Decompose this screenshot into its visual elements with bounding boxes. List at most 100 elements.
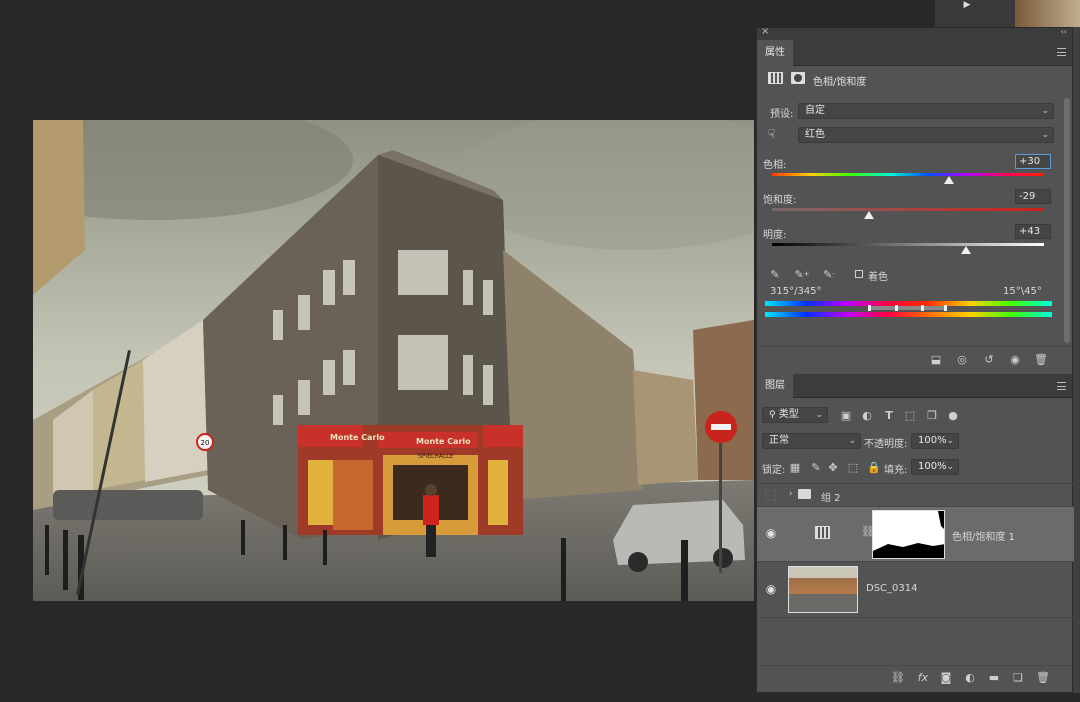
layer-name: 色相/饱和度 1 (952, 532, 1015, 543)
range-handle-1[interactable] (868, 305, 871, 311)
opacity-label: 不透明度: (864, 439, 908, 450)
panel-menu-icon[interactable] (1057, 48, 1066, 56)
view-previous-state-icon[interactable]: ◎ (954, 351, 970, 367)
panel-titlebar[interactable]: × ‹‹ (757, 26, 1072, 40)
saturation-label: 饱和度: (763, 195, 797, 206)
filter-toggle-icon[interactable]: ● (945, 407, 961, 423)
mask-shape (873, 511, 944, 558)
lock-label: 锁定: (762, 465, 786, 476)
mask-icon[interactable] (791, 72, 805, 84)
fx-icon[interactable]: fx (915, 669, 931, 685)
targeted-adjustment-hand-icon[interactable]: ☟ (768, 127, 775, 141)
channel-dropdown[interactable]: 红色 ⌄ (798, 127, 1054, 143)
speed-limit-sign-text: 20 (201, 439, 210, 447)
eyedropper-icon[interactable]: ✎ (767, 266, 783, 282)
new-group-icon[interactable]: ▬ (986, 669, 1002, 685)
clip-to-layer-icon[interactable]: ⬓ (928, 351, 944, 367)
layer-name: 组 2 (821, 493, 841, 504)
eyedropper-plus-icon[interactable]: ✎ + (794, 266, 810, 282)
hue-value-input[interactable]: +30 (1015, 154, 1051, 169)
lightness-slider-thumb[interactable] (961, 246, 972, 254)
lightness-label: 明度: (763, 230, 787, 241)
shop-subsign-text: SPIELHALLE (418, 453, 454, 460)
reset-icon[interactable]: ↺ (981, 351, 997, 367)
saturation-slider-track[interactable] (772, 208, 1044, 211)
filter-adjustment-icon[interactable]: ◐ (859, 407, 875, 423)
lightness-value-input[interactable]: +43 (1015, 224, 1051, 239)
layer-row-group[interactable]: › 组 2 (757, 483, 1074, 507)
adjustment-layer-thumb-icon (815, 526, 830, 539)
chevron-down-icon: ⌄ (1041, 106, 1049, 116)
lightness-slider-track[interactable] (772, 243, 1044, 246)
fill-input[interactable]: 100% ⌄ (911, 459, 959, 475)
visibility-toggle-empty[interactable] (765, 490, 776, 501)
opacity-value: 100% (918, 435, 947, 446)
play-icon[interactable]: ▶ (957, 0, 977, 10)
visibility-eye-icon[interactable]: ◉ (763, 582, 779, 596)
filter-type-icon[interactable]: T (881, 407, 897, 423)
colorize-label: 着色 (868, 272, 888, 283)
side-dock-strip (1073, 27, 1080, 693)
hue-label: 色相: (763, 160, 787, 171)
fill-label: 填充: (884, 465, 908, 476)
range-handle-2[interactable] (895, 305, 898, 311)
hue-slider-track[interactable] (772, 173, 1044, 176)
lock-all-icon[interactable]: 🔒 (866, 459, 882, 475)
chevron-down-icon: ⌄ (946, 462, 954, 472)
layer-filter-value: 类型 (778, 409, 799, 420)
layer-photo-thumbnail[interactable] (788, 566, 858, 613)
shop-sign-text-2: Monte Carlo (416, 437, 471, 446)
opacity-input[interactable]: 100% ⌄ (911, 433, 959, 449)
delete-layer-icon[interactable]: 🗑 (1035, 669, 1051, 685)
layers-menu-icon[interactable] (1057, 382, 1066, 390)
new-layer-icon[interactable]: ❏ (1010, 669, 1026, 685)
properties-scrollbar[interactable] (1064, 98, 1070, 343)
saturation-value-input[interactable]: -29 (1015, 189, 1051, 204)
blend-mode-value: 正常 (769, 435, 789, 446)
filter-shape-icon[interactable]: ⬚ (902, 407, 918, 423)
layer-mask-thumbnail[interactable] (872, 510, 945, 559)
reference-thumbnail (1015, 0, 1080, 27)
folder-icon (798, 489, 811, 499)
range-left-label: 315°/345° (770, 286, 822, 297)
layer-row-photo[interactable]: ◉ DSC_0314 (757, 562, 1074, 618)
range-handle-3[interactable] (921, 305, 924, 311)
link-layers-icon[interactable]: ⛓ (890, 669, 906, 685)
add-mask-icon[interactable]: ◙ (938, 669, 954, 685)
tab-layers[interactable]: 图层 (757, 374, 793, 398)
saturation-slider-thumb[interactable] (863, 211, 874, 219)
collapse-panel-icon[interactable]: ‹‹ (1061, 27, 1067, 36)
search-icon: ⚲ (769, 410, 776, 420)
properties-tabbar: 属性 (757, 40, 1072, 66)
lock-image-icon[interactable]: ✎ (808, 459, 824, 475)
document-canvas[interactable]: 20 Monte Carlo Monte Carlo SPIELHALLE (33, 120, 754, 601)
visibility-eye-icon[interactable]: ◉ (1007, 351, 1023, 367)
lock-position-icon[interactable]: ✥ (825, 459, 841, 475)
new-adjustment-icon[interactable]: ◐ (962, 669, 978, 685)
lock-artboard-icon[interactable]: ⬚ (845, 459, 861, 475)
filter-pixel-icon[interactable]: ▣ (838, 407, 854, 423)
range-handle-4[interactable] (944, 305, 947, 311)
color-range-selector[interactable] (870, 306, 946, 310)
lock-transparent-icon[interactable]: ▦ (787, 459, 803, 475)
chevron-down-icon: ⌄ (815, 410, 823, 420)
hue-slider-thumb[interactable] (943, 176, 954, 184)
fill-value: 100% (918, 461, 947, 472)
close-panel-icon[interactable]: × (761, 26, 769, 37)
eyedropper-minus-icon[interactable]: ✎ - (821, 266, 837, 282)
layers-tabbar: 图层 (757, 374, 1072, 398)
chevron-right-icon[interactable]: › (789, 489, 793, 499)
range-right-label: 15°\45° (1003, 286, 1042, 297)
tab-properties[interactable]: 属性 (757, 40, 793, 66)
layer-row-hue-saturation[interactable]: ◉ ⛓ 色相/饱和度 1 (757, 507, 1074, 562)
filter-smart-object-icon[interactable]: ❐ (924, 407, 940, 423)
colorize-checkbox[interactable] (855, 270, 863, 278)
layer-filter-dropdown[interactable]: ⚲ 类型 ⌄ (762, 407, 828, 423)
delete-adjustment-icon[interactable]: 🗑 (1033, 351, 1049, 367)
adjustment-layer-icon[interactable] (768, 72, 783, 84)
blend-mode-dropdown[interactable]: 正常 ⌄ (762, 433, 861, 449)
preset-label: 预设: (770, 109, 794, 120)
preset-dropdown[interactable]: 自定 ⌄ (798, 103, 1054, 119)
visibility-eye-icon[interactable]: ◉ (763, 526, 779, 540)
properties-footer (757, 346, 1072, 372)
